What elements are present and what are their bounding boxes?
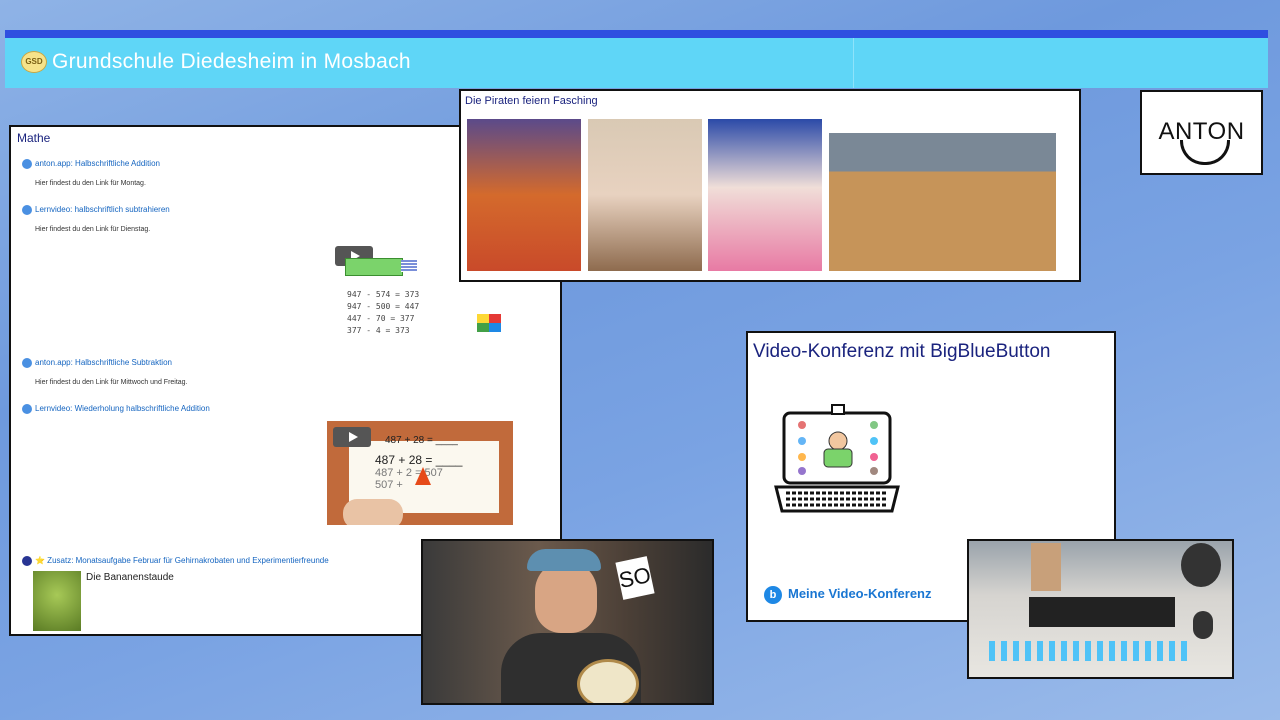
school-logo[interactable]: GSD (21, 51, 47, 73)
equation: 947 - 500 = 447 (347, 302, 420, 311)
laptop-video-call-icon (774, 404, 900, 513)
mathe-link-4[interactable]: Lernvideo: Wiederholung halbschriftliche… (35, 404, 210, 413)
flash-card: SO (615, 556, 655, 600)
equation: 447 - 70 = 377 (347, 314, 415, 323)
link-icon (22, 205, 32, 215)
equation: 377 - 4 = 373 (347, 326, 410, 335)
equation: 487 + 2 = 507 (375, 467, 443, 479)
banana-label[interactable]: Die Bananenstaude (86, 572, 174, 583)
school-name[interactable]: Grundschule Diedesheim in Mosbach (52, 50, 411, 74)
anton-logo-panel[interactable]: ANTON (1140, 90, 1263, 175)
mathe-link-1[interactable]: anton.app: Halbschriftliche Addition (35, 159, 160, 168)
bigbluebutton-icon[interactable]: b (764, 586, 782, 604)
piraten-panel: Die Piraten feiern Fasching (459, 89, 1081, 282)
costume-photo[interactable] (708, 119, 822, 271)
speaker-graphic (1181, 543, 1221, 587)
costume-photo[interactable] (588, 119, 702, 271)
cable-graphic (989, 641, 1189, 661)
mathe-link-2[interactable]: Lernvideo: halbschriftlich subtrahieren (35, 205, 170, 214)
mathe-desc-3: Hier findest du den Link für Mittwoch un… (35, 379, 188, 386)
header-divider (853, 38, 854, 88)
hedgehog-icon (477, 314, 501, 332)
video-call-photo[interactable] (829, 133, 1056, 271)
equation: 947 - 574 = 373 (347, 290, 420, 299)
addition-video-thumbnail[interactable]: 487 + 28 = ____ 487 + 28 = ____ 487 + 2 … (327, 421, 513, 525)
link-icon (22, 358, 32, 368)
mathe-desc-1: Hier findest du den Link für Montag. (35, 180, 146, 187)
mathe-desc-2: Hier findest du den Link für Dienstag. (35, 226, 151, 233)
equation: 507 + (375, 479, 403, 491)
person-face (535, 561, 597, 633)
piraten-title: Die Piraten feiern Fasching (465, 95, 598, 107)
video-conference-link[interactable]: Meine Video-Konferenz (788, 586, 932, 601)
hand-graphic (343, 499, 403, 525)
smile-icon (1180, 140, 1230, 165)
mathe-title: Mathe (17, 131, 51, 145)
play-icon[interactable] (333, 427, 371, 447)
link-icon (22, 404, 32, 414)
equation: 487 + 28 = ____ (375, 453, 463, 467)
link-icon (22, 159, 32, 169)
site-header: GSD Grundschule Diedesheim in Mosbach (5, 38, 1268, 88)
drum-graphic (577, 659, 639, 703)
cap-graphic (527, 549, 601, 571)
blocks-graphic (401, 260, 417, 272)
link-icon (22, 556, 32, 566)
desk-video-feed (967, 539, 1234, 679)
banana-image[interactable] (33, 571, 81, 631)
teacher-video-feed: SO (421, 539, 714, 705)
bag-graphic (1031, 543, 1061, 591)
video-conference-title: Video-Konferenz mit BigBlueButton (753, 341, 1051, 362)
mouse-graphic (1193, 611, 1213, 639)
mathe-link-3[interactable]: anton.app: Halbschriftliche Subtraktion (35, 358, 172, 367)
top-accent-bar (5, 30, 1268, 38)
costume-photo[interactable] (467, 119, 581, 271)
mathe-link-5[interactable]: ⭐ Zusatz: Monatsaufgabe Februar für Gehi… (35, 556, 329, 565)
arrow-icon (415, 467, 431, 485)
keyboard-graphic (1029, 597, 1175, 627)
blocks-graphic (345, 258, 403, 276)
equation: 487 + 28 = ____ (385, 435, 458, 446)
